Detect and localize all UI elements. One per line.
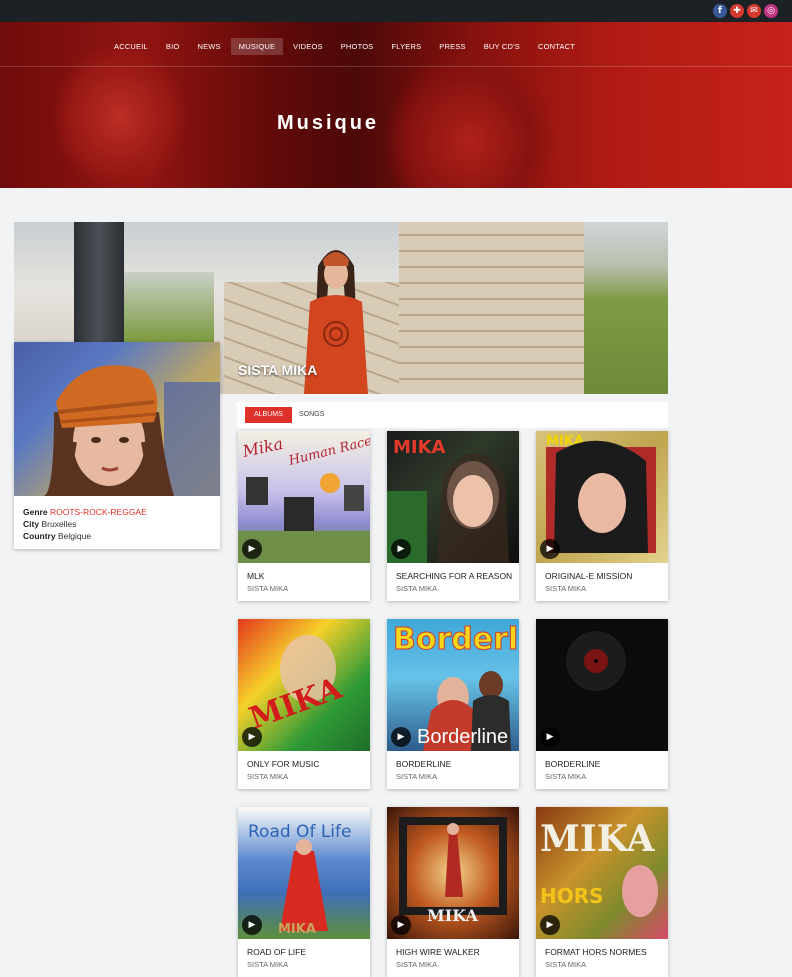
album-cover[interactable]: Borderline ▶ Borderline <box>387 619 519 751</box>
main-nav: ACCUEIL BIO NEWS MUSIQUE VIDEOS PHOTOS F… <box>106 38 583 55</box>
nav-contact[interactable]: CONTACT <box>530 38 583 55</box>
album-card[interactable]: MIKA ▶ SEARCHING FOR A REASON SISTA MIKA <box>387 431 519 601</box>
album-card[interactable]: ▶ BORDERLINE SISTA MIKA <box>536 619 668 789</box>
play-icon[interactable]: ▶ <box>242 915 262 935</box>
album-cover-text: MIKA <box>393 437 446 458</box>
mail-icon[interactable]: ✉ <box>747 4 761 18</box>
svg-text:Human Race: Human Race <box>286 434 370 469</box>
play-icon[interactable]: ▶ <box>242 539 262 559</box>
instagram-icon[interactable]: ◎ <box>764 4 778 18</box>
album-title[interactable]: FORMAT HORS NORMES <box>545 947 663 957</box>
album-artist: SISTA MIKA <box>545 584 587 593</box>
album-artist: SISTA MIKA <box>545 960 587 969</box>
country-value: Belgique <box>57 531 92 541</box>
play-icon[interactable]: ▶ <box>391 915 411 935</box>
nav-photos[interactable]: PHOTOS <box>333 38 382 55</box>
album-title[interactable]: SEARCHING FOR A REASON <box>396 571 514 581</box>
city-value: Bruxelles <box>41 519 77 529</box>
city-label: City <box>23 519 40 529</box>
svg-text:HORS: HORS <box>540 884 604 908</box>
play-icon[interactable]: ▶ <box>391 539 411 559</box>
album-artist: SISTA MIKA <box>396 584 438 593</box>
album-card[interactable]: MIKA ▶ ORIGINAL-E MISSION SISTA MIKA <box>536 431 668 601</box>
play-icon[interactable]: ▶ <box>242 727 262 747</box>
tab-songs[interactable]: SONGS <box>290 407 333 423</box>
svg-text:MIKA: MIKA <box>278 922 316 937</box>
album-artist: SISTA MIKA <box>247 960 289 969</box>
album-cover-text: Borderline <box>417 726 509 748</box>
play-icon[interactable]: ▶ <box>540 915 560 935</box>
album-cover-text: MIKA <box>427 906 478 925</box>
album-cover-text: MIKA <box>540 818 656 860</box>
album-cover[interactable]: MIKA ▶ <box>536 431 668 563</box>
album-cover[interactable]: Road Of Life MIKA ▶ <box>238 807 370 939</box>
album-cover[interactable]: MIKA ▶ <box>387 431 519 563</box>
nav-press[interactable]: PRESS <box>431 38 473 55</box>
share-icon[interactable]: ✚ <box>730 4 744 18</box>
media-tabs: ALBUMS SONGS <box>237 402 668 428</box>
top-bar: f ✚ ✉ ◎ <box>0 0 792 22</box>
album-card[interactable]: MIKA ▶ HIGH WIRE WALKER SISTA MIKA <box>387 807 519 977</box>
nav-bio[interactable]: BIO <box>158 38 188 55</box>
page-title: Musique <box>276 112 380 134</box>
genre-label: Genre <box>23 507 48 517</box>
album-card[interactable]: Road Of Life MIKA ▶ ROAD OF LIFE SISTA M… <box>238 807 370 977</box>
nav-flyers[interactable]: FLYERS <box>383 38 429 55</box>
album-title[interactable]: ORIGINAL-E MISSION <box>545 571 663 581</box>
album-cover-text: Borderline <box>393 622 519 657</box>
album-cover[interactable]: Mika Human Race ▶ <box>238 431 370 563</box>
album-artist: SISTA MIKA <box>545 772 587 781</box>
svg-text:Mika: Mika <box>240 434 285 461</box>
album-cover-text: Road Of Life <box>248 822 351 842</box>
album-artist: SISTA MIKA <box>396 772 438 781</box>
album-title[interactable]: ROAD OF LIFE <box>247 947 365 957</box>
play-icon[interactable]: ▶ <box>391 727 411 747</box>
play-icon[interactable]: ▶ <box>540 727 560 747</box>
nav-accueil[interactable]: ACCUEIL <box>106 38 156 55</box>
nav-musique[interactable]: MUSIQUE <box>230 38 284 55</box>
album-cover[interactable]: MIKA ▶ <box>387 807 519 939</box>
album-card[interactable]: MIKA HORS ▶ FORMAT HORS NORMES SISTA MIK… <box>536 807 668 977</box>
artist-name: SISTA MIKA <box>238 362 318 378</box>
album-title[interactable]: BORDERLINE <box>396 759 514 769</box>
album-card[interactable]: Mika Human Race ▶ MLK SISTA MIKA <box>238 431 370 601</box>
album-card[interactable]: MIKA ▶ ONLY FOR MUSIC SISTA MIKA <box>238 619 370 789</box>
album-title[interactable]: BORDERLINE <box>545 759 663 769</box>
album-cover[interactable]: ▶ <box>536 619 668 751</box>
artist-profile-card: Genre ROOTS-ROCK-REGGAE City Bruxelles C… <box>14 342 220 549</box>
nav-buy-cds[interactable]: BUY CD'S <box>476 38 528 55</box>
album-title[interactable]: ONLY FOR MUSIC <box>247 759 365 769</box>
artist-info: Genre ROOTS-ROCK-REGGAE City Bruxelles C… <box>23 506 147 542</box>
album-title[interactable]: MLK <box>247 571 365 581</box>
album-artist: SISTA MIKA <box>247 772 289 781</box>
album-artist: SISTA MIKA <box>247 584 289 593</box>
album-cover[interactable]: MIKA ▶ <box>238 619 370 751</box>
album-title[interactable]: HIGH WIRE WALKER <box>396 947 514 957</box>
genre-value[interactable]: ROOTS-ROCK-REGGAE <box>50 507 147 517</box>
country-label: Country <box>23 531 56 541</box>
facebook-icon[interactable]: f <box>713 4 727 18</box>
album-artist: SISTA MIKA <box>396 960 438 969</box>
hero-header: ACCUEIL BIO NEWS MUSIQUE VIDEOS PHOTOS F… <box>0 22 792 188</box>
artist-photo <box>14 342 220 496</box>
nav-news[interactable]: NEWS <box>189 38 228 55</box>
play-icon[interactable]: ▶ <box>540 539 560 559</box>
album-card[interactable]: Borderline ▶ Borderline BORDERLINE SISTA… <box>387 619 519 789</box>
social-links: f ✚ ✉ ◎ <box>713 4 778 18</box>
tab-albums[interactable]: ALBUMS <box>245 407 292 423</box>
album-cover[interactable]: MIKA HORS ▶ <box>536 807 668 939</box>
nav-videos[interactable]: VIDEOS <box>285 38 331 55</box>
